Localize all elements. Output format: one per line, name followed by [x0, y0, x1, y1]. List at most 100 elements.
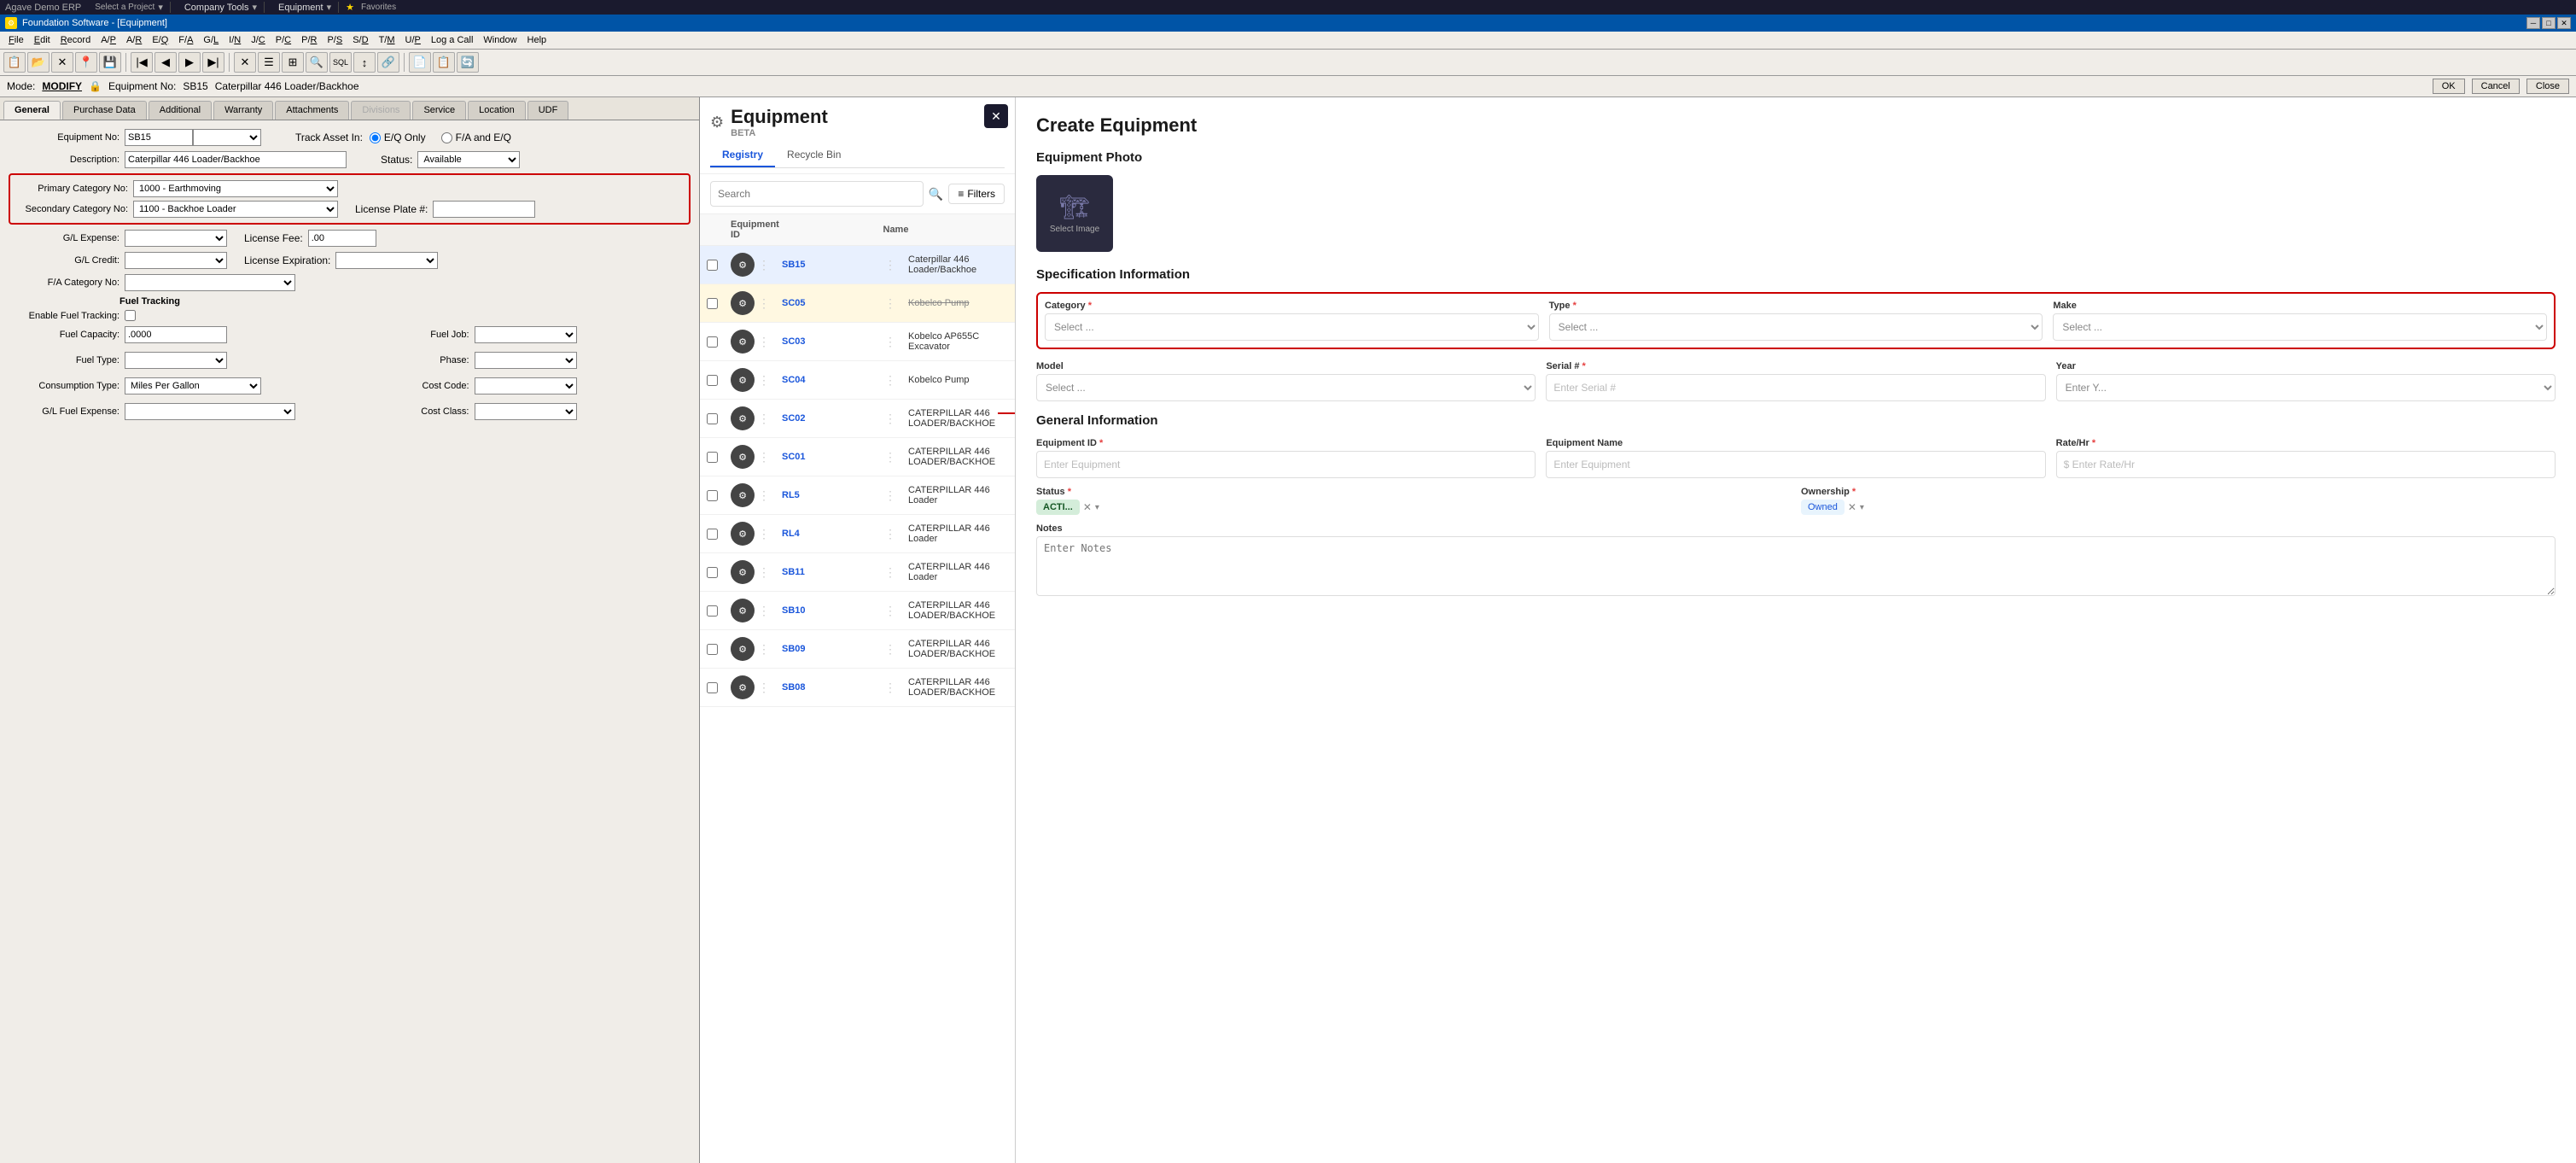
- equipment-name-input[interactable]: [1546, 451, 2045, 478]
- menu-eq[interactable]: E/Q: [147, 33, 173, 47]
- equipment-id-link[interactable]: RL4: [782, 529, 884, 539]
- chevron-down-icon-company[interactable]: ▾: [252, 2, 257, 13]
- table-row[interactable]: ⚙ ⋮ RL5 ⋮ CATERPILLAR 446 Loader: [700, 476, 1015, 515]
- equipment-id-link[interactable]: SC01: [782, 452, 884, 462]
- dots-cell-2[interactable]: ⋮: [884, 527, 908, 541]
- tab-general[interactable]: General: [3, 101, 61, 120]
- equipment-id-link[interactable]: RL5: [782, 490, 884, 500]
- toolbar-paste[interactable]: 📋: [433, 52, 455, 73]
- dots-cell[interactable]: ⋮: [758, 296, 782, 311]
- equipment-id-link[interactable]: SB10: [782, 605, 884, 616]
- fa-cat-select[interactable]: [125, 274, 295, 291]
- table-row[interactable]: ⚙ ⋮ SC04 ⋮ Kobelco Pump: [700, 361, 1015, 400]
- license-exp-select[interactable]: [335, 252, 438, 269]
- menu-up[interactable]: U/P: [400, 33, 426, 47]
- table-row[interactable]: ⚙ ⋮ RL4 ⋮ CATERPILLAR 446 Loader: [700, 515, 1015, 553]
- type-select[interactable]: Select ...: [1549, 313, 2043, 341]
- row-checkbox[interactable]: [707, 375, 718, 386]
- equipment-id-link[interactable]: SC05: [782, 298, 884, 308]
- menu-pc[interactable]: P/C: [271, 33, 296, 47]
- toolbar-next[interactable]: ▶: [178, 52, 201, 73]
- row-checkbox[interactable]: [707, 529, 718, 540]
- chevron-down-icon-eq[interactable]: ▾: [327, 2, 332, 13]
- fuel-capacity-input[interactable]: [125, 326, 227, 343]
- row-checkbox[interactable]: [707, 682, 718, 693]
- table-row[interactable]: ⚙ ⋮ SB11 ⋮ CATERPILLAR 446 Loader: [700, 553, 1015, 592]
- menu-in[interactable]: I/N: [224, 33, 246, 47]
- menu-fa[interactable]: F/A: [173, 33, 198, 47]
- menu-ar[interactable]: A/R: [121, 33, 147, 47]
- dots-cell-2[interactable]: ⋮: [884, 335, 908, 349]
- track-fa-eq-radio[interactable]: [441, 132, 452, 143]
- menu-window[interactable]: Window: [478, 33, 522, 47]
- menu-jc[interactable]: J/C: [246, 33, 271, 47]
- cancel-button[interactable]: Cancel: [2472, 79, 2520, 94]
- year-select[interactable]: Enter Y...: [2056, 374, 2556, 401]
- status-dropdown-arrow[interactable]: ▾: [1095, 503, 1099, 512]
- tab-attachments[interactable]: Attachments: [275, 101, 349, 120]
- menu-tm[interactable]: T/M: [374, 33, 400, 47]
- license-plate-input[interactable]: [433, 201, 535, 218]
- cost-class-select[interactable]: [475, 403, 577, 420]
- row-checkbox[interactable]: [707, 413, 718, 424]
- description-input[interactable]: [125, 151, 347, 168]
- star-icon[interactable]: ★: [346, 2, 354, 13]
- row-checkbox[interactable]: [707, 336, 718, 348]
- menu-ps[interactable]: P/S: [322, 33, 347, 47]
- model-select[interactable]: Select ...: [1036, 374, 1536, 401]
- toolbar-sort[interactable]: ↕: [353, 52, 376, 73]
- dots-cell-2[interactable]: ⋮: [884, 258, 908, 272]
- dots-cell[interactable]: ⋮: [758, 373, 782, 388]
- dots-cell[interactable]: ⋮: [758, 681, 782, 695]
- toolbar-copy[interactable]: 📄: [409, 52, 431, 73]
- table-row[interactable]: ⚙ ⋮ SC01 ⋮ CATERPILLAR 446 LOADER/BACKHO…: [700, 438, 1015, 476]
- dots-cell[interactable]: ⋮: [758, 565, 782, 580]
- row-checkbox[interactable]: [707, 452, 718, 463]
- dots-cell-2[interactable]: ⋮: [884, 412, 908, 426]
- panel-tab-recycle[interactable]: Recycle Bin: [775, 143, 853, 167]
- table-row[interactable]: ⚙ ⋮ SB08 ⋮ CATERPILLAR 446 LOADER/BACKHO…: [700, 669, 1015, 707]
- menu-gl[interactable]: G/L: [198, 33, 224, 47]
- gl-fuel-select[interactable]: [125, 403, 295, 420]
- toolbar-sql[interactable]: SQL: [329, 52, 352, 73]
- toolbar-list[interactable]: ☰: [258, 52, 280, 73]
- license-fee-input[interactable]: [308, 230, 376, 247]
- dots-cell-2[interactable]: ⋮: [884, 681, 908, 695]
- tab-location[interactable]: Location: [468, 101, 526, 120]
- cost-code-select[interactable]: [475, 377, 577, 394]
- menu-pr[interactable]: P/R: [296, 33, 322, 47]
- menu-help[interactable]: Help: [522, 33, 552, 47]
- dots-cell-2[interactable]: ⋮: [884, 488, 908, 503]
- table-row[interactable]: ⚙ ⋮ SB09 ⋮ CATERPILLAR 446 LOADER/BACKHO…: [700, 630, 1015, 669]
- filters-button[interactable]: ≡ Filters: [948, 184, 1005, 204]
- panel-tab-registry[interactable]: Registry: [710, 143, 775, 167]
- toolbar-grid[interactable]: ⊞: [282, 52, 304, 73]
- equipment-id-link[interactable]: SC02: [782, 413, 884, 424]
- dots-cell[interactable]: ⋮: [758, 527, 782, 541]
- serial-input[interactable]: [1546, 374, 2045, 401]
- maximize-button[interactable]: □: [2542, 17, 2556, 29]
- toolbar-save[interactable]: 💾: [99, 52, 121, 73]
- eq-no-input[interactable]: [125, 129, 193, 146]
- notes-textarea[interactable]: [1036, 536, 2556, 596]
- menu-sd[interactable]: S/D: [347, 33, 373, 47]
- dots-cell[interactable]: ⋮: [758, 488, 782, 503]
- dots-cell[interactable]: ⋮: [758, 412, 782, 426]
- ownership-clear-button[interactable]: ✕: [1848, 501, 1856, 513]
- equipment-id-link[interactable]: SB08: [782, 682, 884, 693]
- dots-cell[interactable]: ⋮: [758, 258, 782, 272]
- table-row[interactable]: ⚙ ⋮ SB15 ⋮ Caterpillar 446 Loader/Backho…: [700, 246, 1015, 284]
- table-row[interactable]: ⚙ ⋮ SC05 ⋮ Kobelco Pump: [700, 284, 1015, 323]
- dots-cell-2[interactable]: ⋮: [884, 296, 908, 311]
- dots-cell[interactable]: ⋮: [758, 450, 782, 465]
- menu-record[interactable]: Record: [55, 33, 96, 47]
- equipment-id-link[interactable]: SB11: [782, 567, 884, 577]
- dots-cell-2[interactable]: ⋮: [884, 450, 908, 465]
- panel-close-button[interactable]: ✕: [984, 104, 1008, 128]
- table-row[interactable]: ⚙ ⋮ SC03 ⋮ Kobelco AP655C Excavator: [700, 323, 1015, 361]
- menu-edit[interactable]: Edit: [29, 33, 55, 47]
- make-select[interactable]: Select ...: [2053, 313, 2547, 341]
- equipment-photo-box[interactable]: 🏗 Select Image: [1036, 175, 1113, 252]
- minimize-button[interactable]: ─: [2526, 17, 2540, 29]
- toolbar-open[interactable]: 📂: [27, 52, 50, 73]
